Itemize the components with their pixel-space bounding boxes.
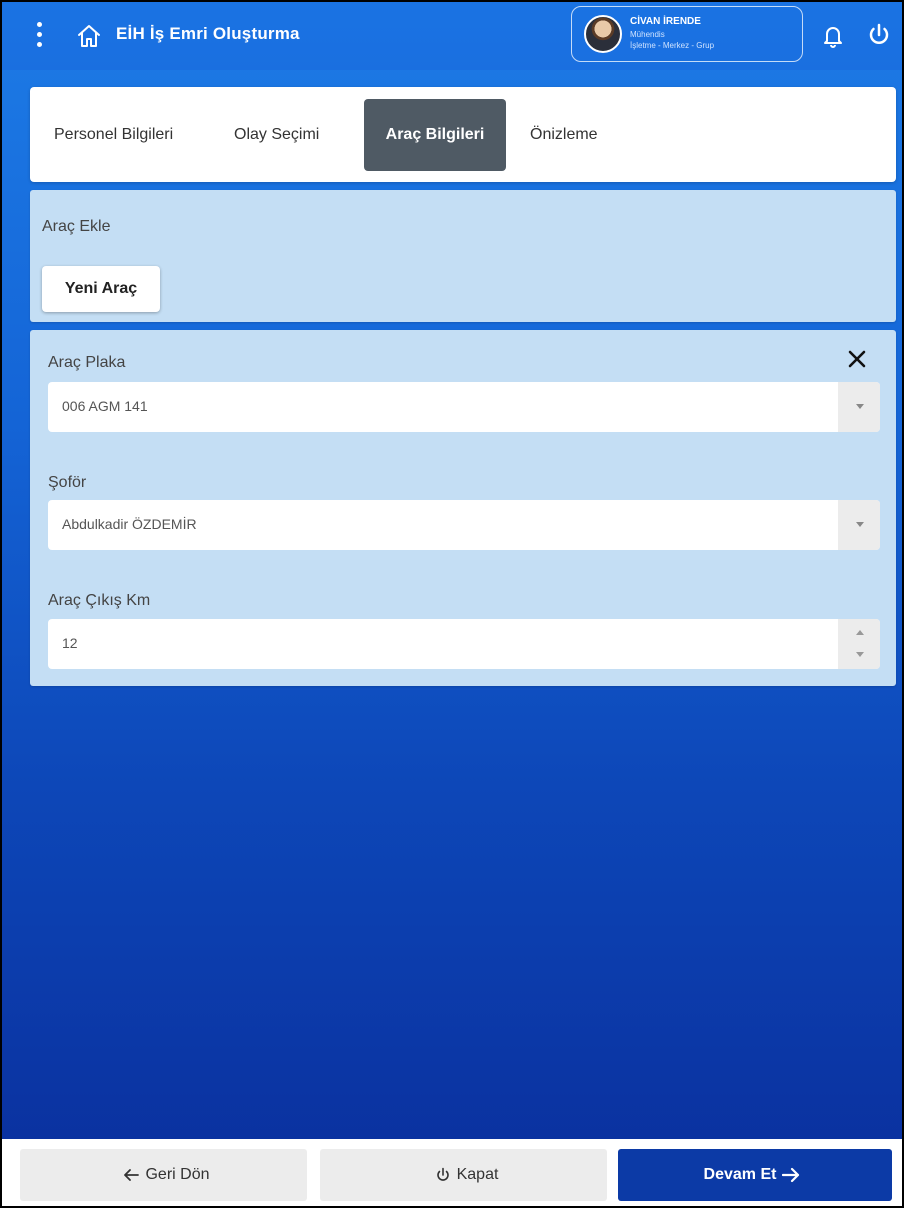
top-bar: EİH İş Emri Oluşturma CİVAN İRENDE Mühen… [2, 2, 902, 70]
close-button[interactable]: Kapat [320, 1149, 607, 1201]
tab-onizleme[interactable]: Önizleme [530, 99, 598, 171]
power-icon[interactable] [866, 22, 892, 48]
close-button-label: Kapat [456, 1166, 499, 1183]
next-button-label: Devam Et [703, 1166, 777, 1183]
user-profile-card[interactable]: CİVAN İRENDE Mühendis İşletme - Merkez -… [571, 6, 803, 62]
add-vehicle-label: Araç Ekle [42, 218, 111, 235]
plate-label: Araç Plaka [48, 354, 126, 371]
km-value: 12 [62, 635, 78, 651]
km-input[interactable]: 12 [48, 619, 880, 669]
user-name: CİVAN İRENDE [630, 16, 701, 27]
home-icon[interactable] [76, 24, 102, 48]
new-vehicle-button[interactable]: Yeni Araç [42, 266, 160, 312]
app-title: EİH İş Emri Oluşturma [116, 24, 300, 43]
vehicle-form-panel: Araç Plaka 006 AGM 141 Şoför Abdulkadir … [30, 330, 896, 686]
close-icon[interactable] [846, 348, 868, 370]
step-tabs: Personel Bilgileri Olay Seçimi Araç Bilg… [30, 87, 896, 182]
menu-kebab-icon[interactable] [34, 22, 44, 50]
back-button-label: Geri Dön [145, 1166, 210, 1183]
arrow-right-icon [782, 1167, 800, 1183]
bell-icon[interactable] [822, 24, 844, 48]
stepper-up-icon[interactable] [838, 619, 880, 644]
bottom-action-bar: Geri Dön Kapat Devam Et [2, 1139, 902, 1206]
next-button[interactable]: Devam Et [618, 1149, 892, 1201]
driver-value: Abdulkadir ÖZDEMİR [62, 516, 197, 532]
tab-arac-bilgileri[interactable]: Araç Bilgileri [364, 99, 506, 171]
power-icon [436, 1167, 449, 1181]
add-vehicle-panel: Araç Ekle Yeni Araç [30, 190, 896, 322]
user-role: Mühendis [630, 30, 665, 39]
plate-value: 006 AGM 141 [62, 398, 148, 414]
tab-personel-bilgileri[interactable]: Personel Bilgileri [54, 99, 173, 171]
back-button[interactable]: Geri Dön [20, 1149, 307, 1201]
km-stepper [838, 619, 880, 669]
chevron-down-icon[interactable] [838, 382, 880, 432]
tab-olay-secimi[interactable]: Olay Seçimi [234, 99, 319, 171]
km-label: Araç Çıkış Km [48, 592, 151, 609]
arrow-left-icon [124, 1169, 140, 1181]
stepper-down-icon[interactable] [838, 644, 880, 669]
app-frame: EİH İş Emri Oluşturma CİVAN İRENDE Mühen… [0, 0, 904, 1208]
chevron-down-icon[interactable] [838, 500, 880, 550]
avatar [584, 15, 622, 53]
driver-label: Şoför [48, 474, 87, 491]
user-org: İşletme - Merkez - Grup [630, 41, 715, 50]
driver-select[interactable]: Abdulkadir ÖZDEMİR [48, 500, 880, 550]
plate-select[interactable]: 006 AGM 141 [48, 382, 880, 432]
